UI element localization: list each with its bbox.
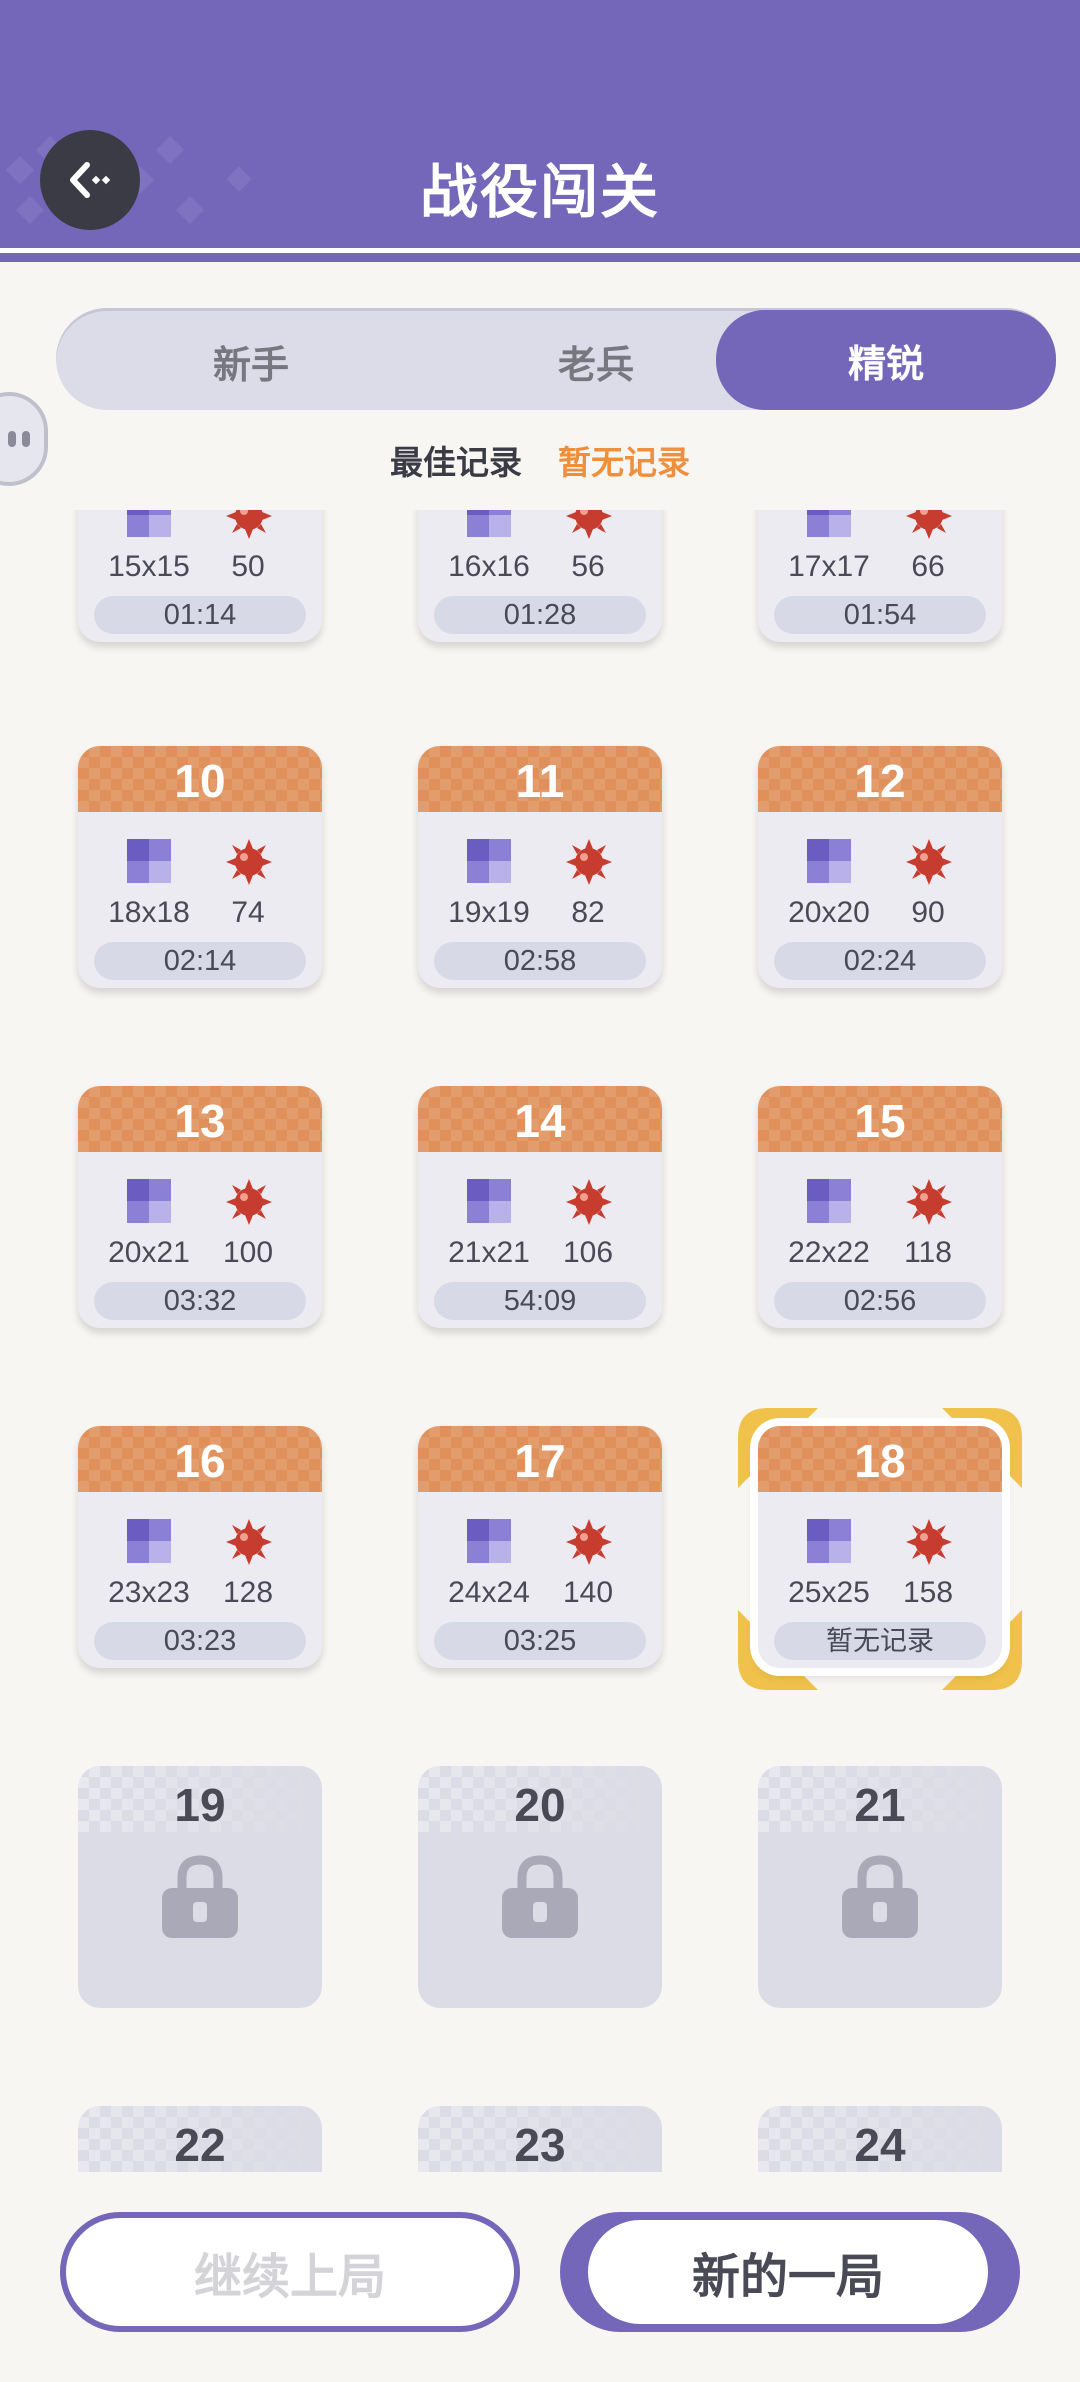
locked-level-card[interactable]: 21 (758, 1766, 1002, 2008)
best-time: 02:58 (434, 942, 646, 980)
board-grid-icon (467, 839, 511, 883)
new-game-button[interactable]: 新的一局 (560, 2212, 1020, 2332)
level-card[interactable]: 17x17 66 01:54 (758, 510, 1002, 642)
mine-count: 74 (231, 896, 265, 929)
board-grid-icon (467, 1179, 511, 1223)
level-card[interactable]: 11 19x19 82 02:58 (418, 746, 662, 988)
mine-icon (906, 1519, 952, 1565)
board-grid-icon (807, 839, 851, 883)
mine-count: 50 (231, 550, 265, 583)
level-card[interactable]: 15x15 50 01:14 (78, 510, 322, 642)
header-divider (0, 248, 1080, 253)
board-grid-icon (127, 1179, 171, 1223)
best-time: 02:24 (774, 942, 986, 980)
difficulty-tabs: 新手 老兵 精锐 (56, 308, 1056, 410)
level-card[interactable]: 12 20x20 90 02:24 (758, 746, 1002, 988)
header-bar: 战役闯关 (0, 0, 1080, 262)
mine-count: 90 (911, 896, 945, 929)
board-grid-icon (127, 839, 171, 883)
best-record: 最佳记录 暂无记录 (0, 436, 1080, 486)
level-number: 20 (514, 1779, 566, 1831)
best-time: 03:23 (94, 1622, 306, 1660)
best-time: 02:14 (94, 942, 306, 980)
mine-count: 82 (571, 896, 605, 929)
mine-icon (906, 839, 952, 885)
mine-icon (566, 1519, 612, 1565)
mine-icon (566, 510, 612, 539)
tab-elite[interactable]: 精锐 (716, 310, 1056, 410)
level-number: 24 (854, 2119, 906, 2171)
level-number: 19 (174, 1779, 226, 1831)
mine-icon (226, 839, 272, 885)
best-time: 03:32 (94, 1282, 306, 1320)
page-title: 战役闯关 (419, 158, 660, 226)
level-card[interactable]: 14 21x21 106 54:09 (418, 1086, 662, 1328)
best-time: 暂无记录 (774, 1622, 986, 1660)
level-card[interactable]: 10 18x18 74 02:14 (78, 746, 322, 988)
board-grid-icon (467, 510, 511, 537)
mine-count: 158 (902, 1576, 954, 1609)
locked-level-card[interactable]: 20 (418, 1766, 662, 2008)
mine-count: 56 (571, 550, 605, 583)
level-card-selected[interactable]: 18 25x25 158 暂无记录 (758, 1426, 1002, 1668)
mine-icon (226, 1519, 272, 1565)
level-number: 15 (854, 1095, 906, 1147)
best-time: 02:56 (774, 1282, 986, 1320)
mine-count: 118 (904, 1236, 952, 1269)
best-record-value: 暂无记录 (558, 443, 690, 482)
mine-icon (226, 1179, 272, 1225)
level-number: 12 (854, 755, 906, 807)
lock-icon (502, 1855, 578, 1938)
level-number: 18 (854, 1435, 906, 1487)
locked-level-card[interactable]: 24 (758, 2106, 1002, 2172)
mine-icon (226, 510, 272, 539)
tab-veteran[interactable]: 老兵 (426, 312, 766, 410)
bottom-action-bar: 继续上局 新的一局 (0, 2172, 1080, 2382)
new-game-label: 新的一局 (588, 2220, 988, 2324)
level-number: 23 (514, 2119, 566, 2171)
level-number: 11 (515, 755, 565, 807)
lock-icon (842, 1855, 918, 1938)
level-number: 14 (514, 1095, 566, 1147)
board-grid-icon (807, 510, 851, 537)
lock-icon (162, 1855, 238, 1938)
level-number: 22 (174, 2119, 226, 2171)
locked-level-card[interactable]: 19 (78, 1766, 322, 2008)
level-card[interactable]: 13 20x21 100 03:32 (78, 1086, 322, 1328)
best-time: 01:28 (434, 596, 646, 634)
level-number: 16 (174, 1435, 226, 1487)
best-time: 01:14 (94, 596, 306, 634)
level-grid: 15x15 50 01:14 16x16 56 01:28 17x17 66 0… (0, 510, 1080, 2172)
best-time: 01:54 (774, 596, 986, 634)
board-grid-icon (807, 1179, 851, 1223)
level-card[interactable]: 15 22x22 118 02:56 (758, 1086, 1002, 1328)
mine-count: 100 (222, 1236, 274, 1269)
board-grid-icon (467, 1519, 511, 1563)
board-grid-icon (127, 1519, 171, 1563)
mine-icon (906, 510, 952, 539)
mine-icon (566, 839, 612, 885)
level-card[interactable]: 17 24x24 140 03:25 (418, 1426, 662, 1668)
best-record-label: 最佳记录 (390, 443, 522, 482)
locked-level-card[interactable]: 23 (418, 2106, 662, 2172)
tab-novice[interactable]: 新手 (81, 312, 421, 410)
board-grid-icon (807, 1519, 851, 1563)
mine-count: 106 (562, 1236, 614, 1269)
best-time: 03:25 (434, 1622, 646, 1660)
mine-count: 140 (562, 1576, 614, 1609)
continue-game-button[interactable]: 继续上局 (60, 2212, 520, 2332)
level-card[interactable]: 16x16 56 01:28 (418, 510, 662, 642)
level-number: 10 (174, 755, 226, 807)
mine-count: 66 (911, 550, 945, 583)
level-number: 17 (514, 1435, 566, 1487)
mine-icon (566, 1179, 612, 1225)
best-time: 54:09 (434, 1282, 646, 1320)
level-card[interactable]: 16 23x23 128 03:23 (78, 1426, 322, 1668)
level-number: 21 (854, 1779, 906, 1831)
mine-icon (906, 1179, 952, 1225)
locked-level-card[interactable]: 22 (78, 2106, 322, 2172)
board-grid-icon (127, 510, 171, 537)
level-number: 13 (174, 1095, 226, 1147)
mine-count: 128 (222, 1576, 274, 1609)
